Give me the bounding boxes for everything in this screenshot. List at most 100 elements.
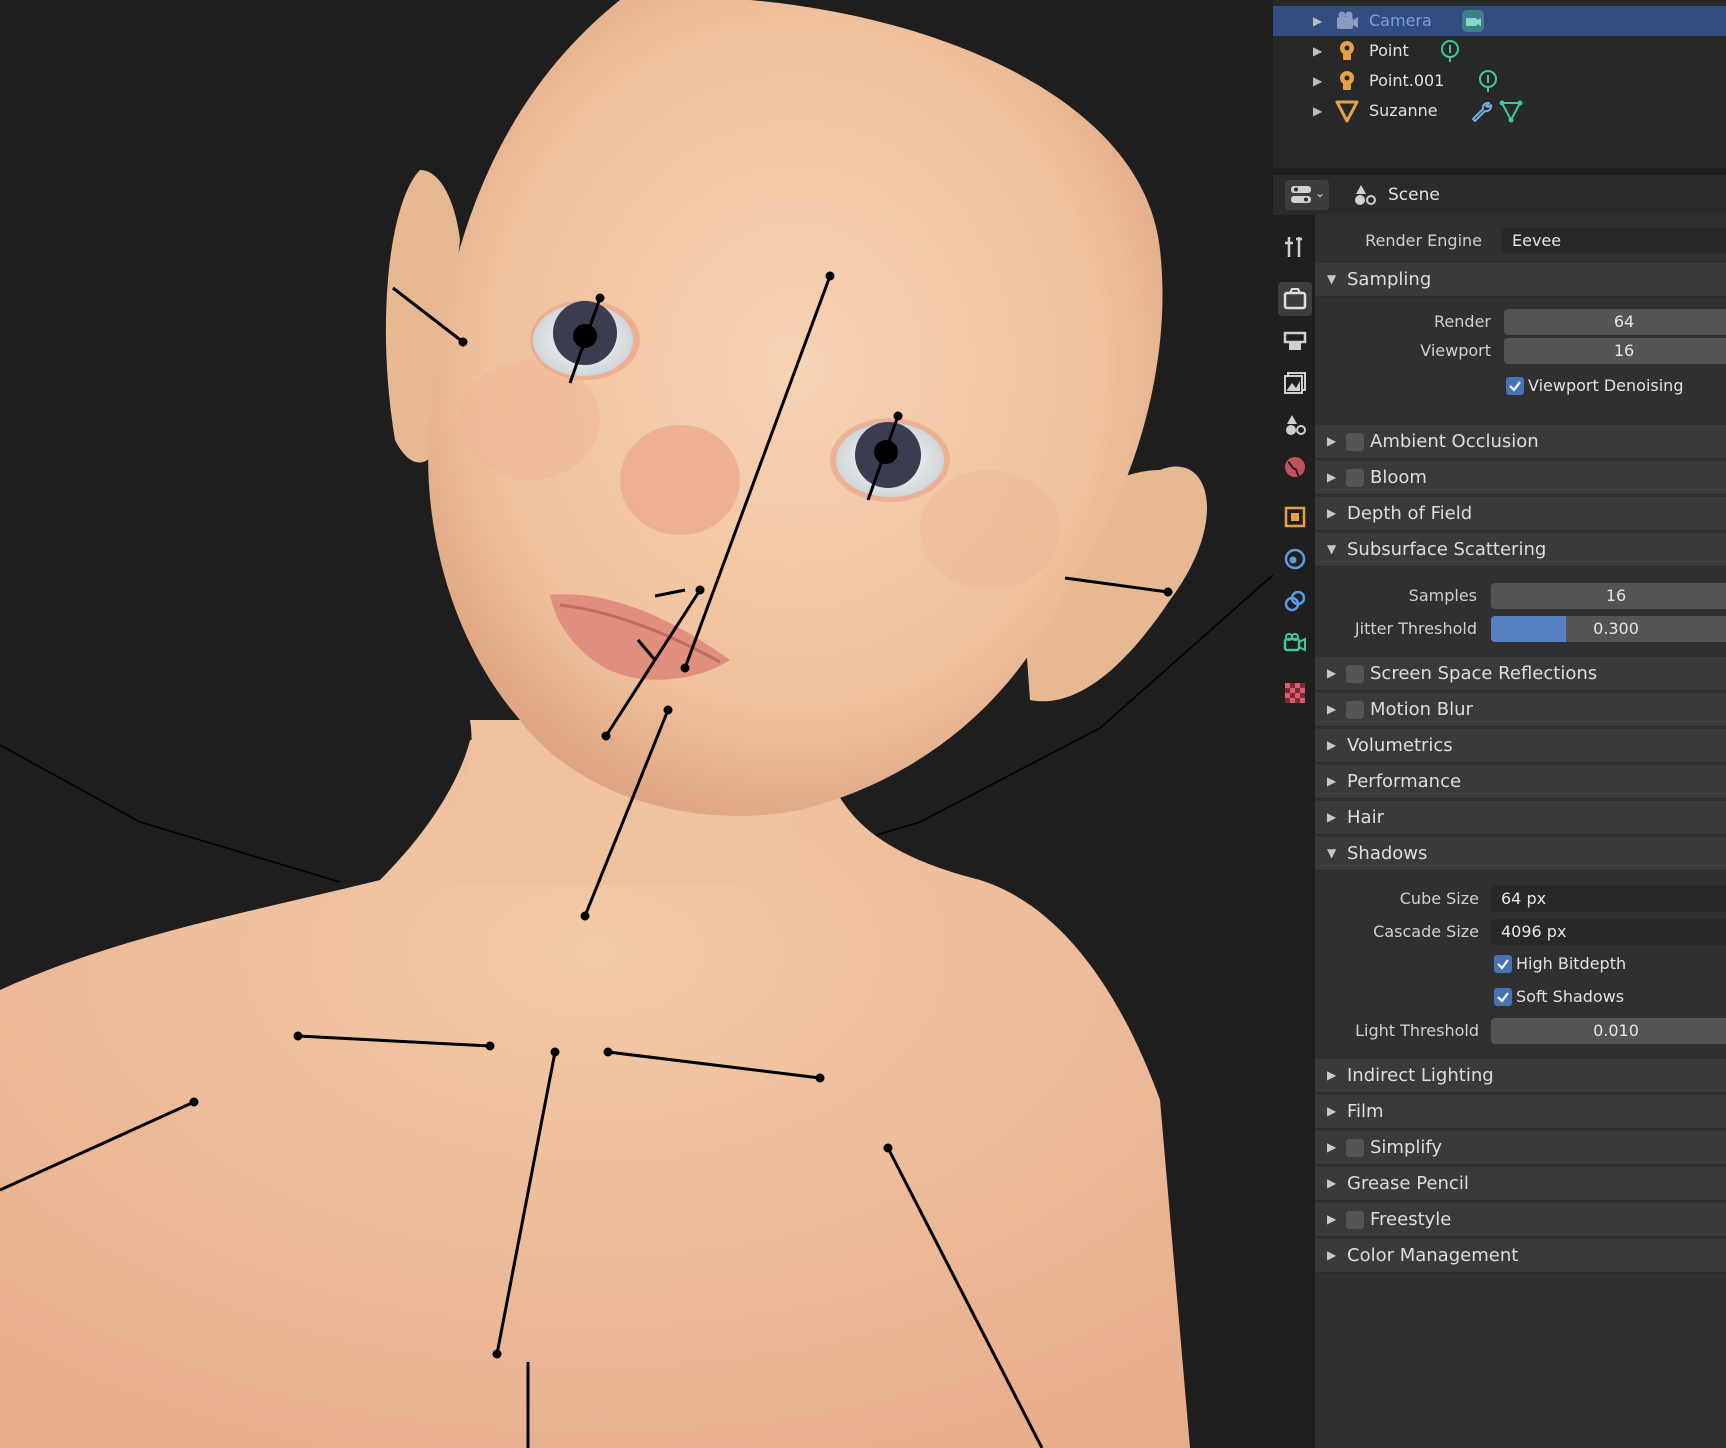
modifier-wrench-icon[interactable] bbox=[1469, 99, 1493, 123]
panel-title: Indirect Lighting bbox=[1347, 1065, 1494, 1086]
light-data-icon[interactable] bbox=[1476, 69, 1500, 93]
mesh-data-icon[interactable] bbox=[1499, 99, 1523, 123]
freestyle-checkbox[interactable] bbox=[1346, 1211, 1364, 1229]
panel-color-management[interactable]: ▶ Color Management bbox=[1315, 1239, 1726, 1273]
render-engine-dropdown[interactable]: Eevee bbox=[1502, 228, 1726, 254]
outliner-item-point[interactable]: ▶ Point bbox=[1273, 36, 1726, 66]
motion-blur-checkbox[interactable] bbox=[1346, 701, 1364, 719]
scene-icon bbox=[1286, 415, 1306, 435]
expand-arrow-icon: ▶ bbox=[1327, 506, 1337, 520]
panel-volumetrics[interactable]: ▶ Volumetrics bbox=[1315, 729, 1726, 763]
cube-size-label: Cube Size bbox=[1399, 889, 1479, 908]
outliner-item-label: Point.001 bbox=[1369, 71, 1445, 90]
tab-render[interactable] bbox=[1278, 282, 1312, 316]
panel-indirect-lighting[interactable]: ▶ Indirect Lighting bbox=[1315, 1059, 1726, 1093]
constraints-icon bbox=[1284, 590, 1306, 612]
expand-arrow-icon[interactable]: ▶ bbox=[1313, 104, 1322, 118]
output-icon bbox=[1283, 331, 1307, 350]
render-samples-field[interactable]: 64 bbox=[1504, 309, 1726, 335]
3d-viewport[interactable] bbox=[0, 0, 1273, 1448]
panel-shadows[interactable]: ▼ Shadows bbox=[1315, 837, 1726, 871]
viewport-render bbox=[0, 0, 1273, 1448]
viewport-samples-field[interactable]: 16 bbox=[1504, 338, 1726, 364]
tab-output[interactable] bbox=[1278, 324, 1312, 358]
expand-arrow-icon: ▶ bbox=[1327, 1176, 1337, 1190]
expand-arrow-icon[interactable]: ▶ bbox=[1313, 44, 1322, 58]
tab-scene[interactable] bbox=[1278, 408, 1312, 442]
outliner-item-camera[interactable]: ▶ Camera bbox=[1273, 6, 1726, 36]
panel-depth-of-field[interactable]: ▶ Depth of Field bbox=[1315, 497, 1726, 531]
outliner-item-label: Point bbox=[1369, 41, 1409, 60]
tab-texture[interactable] bbox=[1278, 676, 1312, 710]
expand-arrow-icon: ▶ bbox=[1327, 1104, 1337, 1118]
expand-arrow-icon: ▶ bbox=[1327, 738, 1337, 752]
expand-arrow-icon: ▶ bbox=[1327, 1140, 1337, 1154]
viewport-denoising-label: Viewport Denoising bbox=[1528, 376, 1684, 395]
soft-shadows-checkbox[interactable] bbox=[1494, 988, 1512, 1006]
outliner: ▶ Camera ▶ Point ▶ Point.001 ▶ Suzanne bbox=[1273, 0, 1726, 168]
scene-icon bbox=[1355, 185, 1376, 205]
panel-title: Freestyle bbox=[1370, 1209, 1452, 1230]
panel-title: Hair bbox=[1347, 807, 1384, 828]
tab-physics[interactable] bbox=[1278, 542, 1312, 576]
tool-icon bbox=[1285, 237, 1302, 257]
panel-hair[interactable]: ▶ Hair bbox=[1315, 801, 1726, 835]
panel-title: Grease Pencil bbox=[1347, 1173, 1469, 1194]
panel-title: Shadows bbox=[1347, 843, 1428, 864]
tab-object-data[interactable] bbox=[1278, 626, 1312, 660]
tab-object[interactable] bbox=[1278, 500, 1312, 534]
jitter-threshold-slider[interactable]: 0.300 bbox=[1491, 616, 1726, 642]
panel-bloom[interactable]: ▶ Bloom bbox=[1315, 461, 1726, 495]
render-engine-label: Render Engine bbox=[1365, 231, 1482, 250]
properties-tab-bar bbox=[1273, 215, 1315, 1448]
viewport-samples-label: Viewport bbox=[1420, 341, 1491, 360]
outliner-item-label: Suzanne bbox=[1369, 101, 1438, 120]
tab-constraints[interactable] bbox=[1278, 584, 1312, 618]
panel-ambient-occlusion[interactable]: ▶ Ambient Occlusion bbox=[1315, 425, 1726, 459]
outliner-item-suzanne[interactable]: ▶ Suzanne bbox=[1273, 96, 1726, 126]
ambient-occlusion-checkbox[interactable] bbox=[1346, 433, 1364, 451]
editor-type-button[interactable]: ⌄ bbox=[1285, 180, 1329, 210]
expand-arrow-icon[interactable]: ▶ bbox=[1313, 74, 1322, 88]
light-data-icon[interactable] bbox=[1438, 39, 1462, 63]
panel-screen-space-reflections[interactable]: ▶ Screen Space Reflections bbox=[1315, 657, 1726, 691]
tab-tool[interactable] bbox=[1278, 230, 1312, 264]
checkmark-icon bbox=[1509, 381, 1521, 392]
ssr-checkbox[interactable] bbox=[1346, 665, 1364, 683]
light-threshold-field[interactable]: 0.010 bbox=[1491, 1018, 1726, 1044]
expand-arrow-icon: ▶ bbox=[1327, 470, 1337, 484]
high-bitdepth-checkbox[interactable] bbox=[1494, 955, 1512, 973]
sss-samples-field[interactable]: 16 bbox=[1491, 583, 1726, 609]
panel-motion-blur[interactable]: ▶ Motion Blur bbox=[1315, 693, 1726, 727]
panel-sampling[interactable]: ▼ Sampling bbox=[1315, 263, 1726, 297]
tab-world[interactable] bbox=[1278, 450, 1312, 484]
panel-film[interactable]: ▶ Film bbox=[1315, 1095, 1726, 1129]
panel-sampling-body: Render 64 Viewport 16 Viewport Denoising bbox=[1315, 297, 1726, 405]
panel-shadows-body: Cube Size 64 px ⌄ Cascade Size 4096 px ⌄… bbox=[1315, 871, 1726, 1057]
cube-size-dropdown[interactable]: 64 px ⌄ bbox=[1491, 886, 1726, 912]
panel-grease-pencil[interactable]: ▶ Grease Pencil bbox=[1315, 1167, 1726, 1201]
outliner-item-label: Camera bbox=[1369, 11, 1432, 30]
camera-icon bbox=[1337, 11, 1358, 29]
panel-title: Subsurface Scattering bbox=[1347, 539, 1547, 560]
outliner-item-point-001[interactable]: ▶ Point.001 bbox=[1273, 66, 1726, 96]
camera-data-icon[interactable] bbox=[1461, 9, 1485, 33]
viewport-denoising-checkbox[interactable] bbox=[1506, 377, 1524, 395]
panel-title: Bloom bbox=[1370, 467, 1427, 488]
cascade-size-dropdown[interactable]: 4096 px ⌄ bbox=[1491, 919, 1726, 945]
render-icon bbox=[1283, 288, 1307, 310]
editor-type-icon bbox=[1291, 186, 1311, 203]
expand-arrow-icon[interactable]: ▶ bbox=[1313, 14, 1322, 28]
bloom-checkbox[interactable] bbox=[1346, 469, 1364, 487]
light-icon bbox=[1340, 41, 1354, 60]
view-layer-icon bbox=[1284, 372, 1306, 394]
panel-performance[interactable]: ▶ Performance bbox=[1315, 765, 1726, 799]
render-samples-label: Render bbox=[1434, 312, 1491, 331]
panel-freestyle[interactable]: ▶ Freestyle bbox=[1315, 1203, 1726, 1237]
chevron-down-icon: ⌄ bbox=[1315, 186, 1326, 200]
mesh-icon bbox=[1335, 100, 1359, 123]
tab-view-layer[interactable] bbox=[1278, 366, 1312, 400]
panel-simplify[interactable]: ▶ Simplify bbox=[1315, 1131, 1726, 1165]
panel-subsurface-scattering[interactable]: ▼ Subsurface Scattering bbox=[1315, 533, 1726, 567]
simplify-checkbox[interactable] bbox=[1346, 1139, 1364, 1157]
